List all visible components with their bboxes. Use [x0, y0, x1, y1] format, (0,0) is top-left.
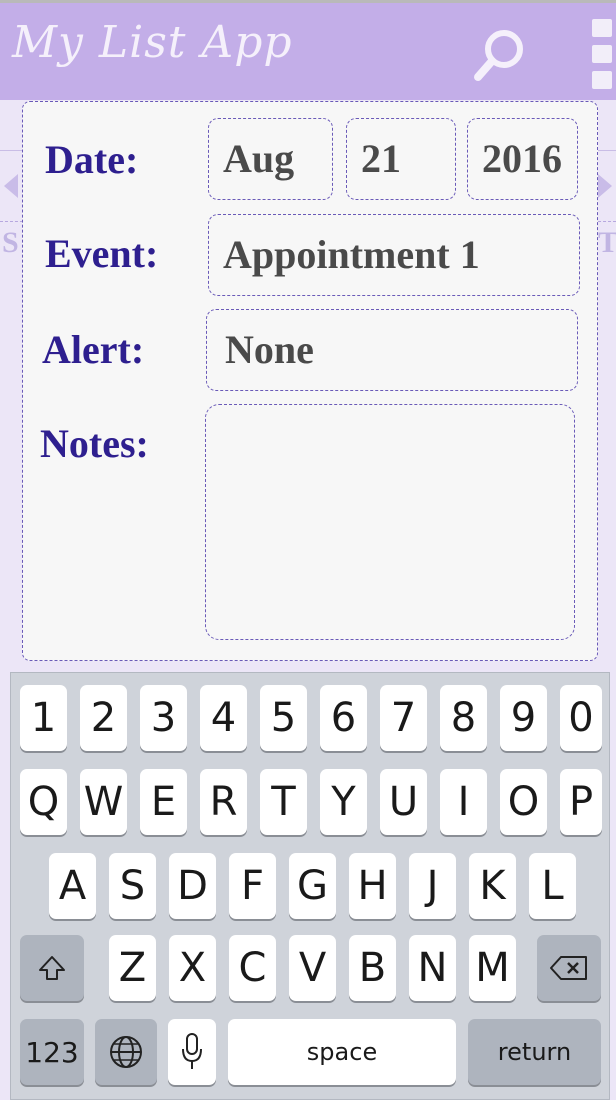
backspace-icon: [550, 956, 587, 980]
date-month-value: Aug: [223, 136, 295, 181]
shift-key[interactable]: [20, 935, 84, 1001]
event-name-value: Appointment 1: [223, 232, 480, 277]
key-p[interactable]: P: [560, 769, 602, 835]
numbers-key[interactable]: 123: [20, 1019, 84, 1085]
search-icon[interactable]: [470, 25, 530, 85]
event-name-field[interactable]: Appointment 1: [208, 214, 580, 296]
key-2[interactable]: 2: [80, 685, 127, 751]
key-i[interactable]: I: [440, 769, 487, 835]
key-j[interactable]: J: [409, 853, 456, 919]
backspace-key[interactable]: [537, 935, 601, 1001]
key-7[interactable]: 7: [380, 685, 427, 751]
key-6[interactable]: 6: [320, 685, 367, 751]
key-s[interactable]: S: [109, 853, 156, 919]
key-t[interactable]: T: [260, 769, 307, 835]
key-w[interactable]: W: [80, 769, 127, 835]
microphone-key[interactable]: [168, 1019, 216, 1085]
key-3[interactable]: 3: [140, 685, 187, 751]
notes-textarea[interactable]: [205, 404, 575, 640]
microphone-icon: [182, 1033, 202, 1069]
key-d[interactable]: D: [169, 853, 216, 919]
date-year-value: 2016: [482, 136, 562, 181]
date-year-field[interactable]: 2016: [467, 118, 578, 200]
key-h[interactable]: H: [349, 853, 396, 919]
date-month-field[interactable]: Aug: [208, 118, 333, 200]
key-c[interactable]: C: [229, 935, 276, 1001]
key-9[interactable]: 9: [500, 685, 547, 751]
alert-field[interactable]: None: [206, 309, 578, 391]
key-e[interactable]: E: [140, 769, 187, 835]
key-0[interactable]: 0: [560, 685, 602, 751]
return-key[interactable]: return: [468, 1019, 601, 1085]
key-v[interactable]: V: [289, 935, 336, 1001]
key-8[interactable]: 8: [440, 685, 487, 751]
key-l[interactable]: L: [529, 853, 576, 919]
key-u[interactable]: U: [380, 769, 427, 835]
globe-icon: [110, 1036, 142, 1068]
key-o[interactable]: O: [500, 769, 547, 835]
key-k[interactable]: K: [469, 853, 516, 919]
shift-icon: [39, 956, 65, 980]
date-label: Date:: [45, 137, 139, 182]
background-prev-arrow-icon: [4, 174, 18, 198]
app-title: My List App: [12, 17, 293, 68]
key-m[interactable]: M: [469, 935, 516, 1001]
key-x[interactable]: X: [169, 935, 216, 1001]
onscreen-keyboard: 1 2 3 4 5 6 7 8 9 0 Q W E R T Y U I O P …: [10, 672, 610, 1100]
key-r[interactable]: R: [200, 769, 247, 835]
overflow-menu-icon[interactable]: [588, 15, 616, 93]
notes-label: Notes:: [40, 421, 149, 466]
key-f[interactable]: F: [229, 853, 276, 919]
background-letter-left: S: [2, 226, 19, 259]
key-z[interactable]: Z: [109, 935, 156, 1001]
event-label: Event:: [45, 231, 159, 276]
key-a[interactable]: A: [49, 853, 96, 919]
alert-label: Alert:: [42, 327, 145, 372]
background-letter-right: T: [598, 226, 616, 259]
background-next-arrow-icon: [598, 174, 612, 198]
key-y[interactable]: Y: [320, 769, 367, 835]
key-q[interactable]: Q: [20, 769, 67, 835]
key-b[interactable]: B: [349, 935, 396, 1001]
event-edit-dialog: Date: Aug 21 2016 Event: Appointment 1 A…: [22, 101, 598, 661]
key-g[interactable]: G: [289, 853, 336, 919]
globe-key[interactable]: [95, 1019, 157, 1085]
date-day-value: 21: [361, 136, 401, 181]
app-header: My List App: [0, 0, 616, 100]
key-1[interactable]: 1: [20, 685, 67, 751]
key-n[interactable]: N: [409, 935, 456, 1001]
key-5[interactable]: 5: [260, 685, 307, 751]
date-day-field[interactable]: 21: [346, 118, 456, 200]
space-key[interactable]: space: [228, 1019, 456, 1085]
alert-value: None: [225, 327, 314, 372]
key-4[interactable]: 4: [200, 685, 247, 751]
